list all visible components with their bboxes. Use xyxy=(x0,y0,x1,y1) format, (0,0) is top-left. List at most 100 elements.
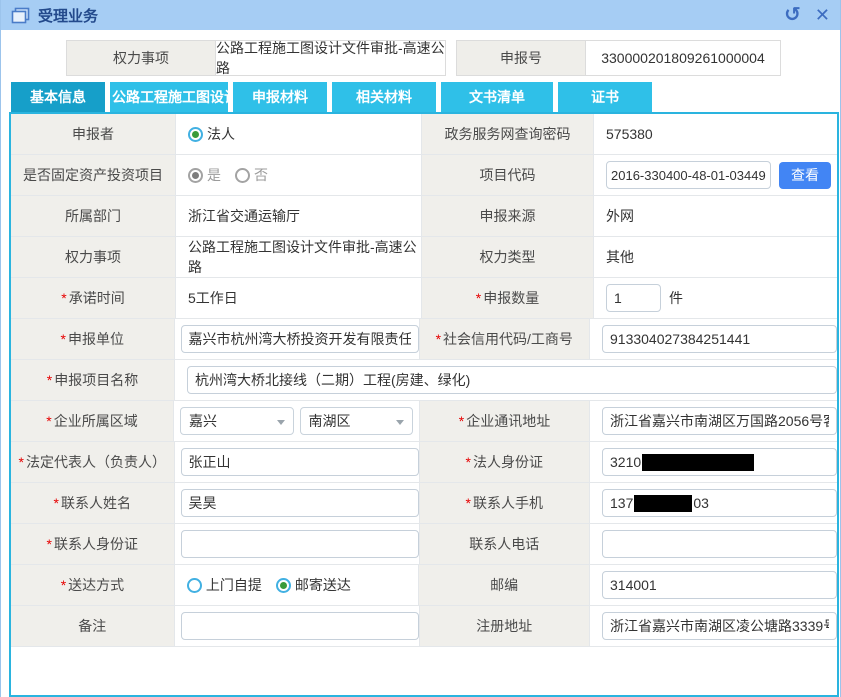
row-fixed-asset: 是否固定资产投资项目 是 否 项目代码 查看 xyxy=(11,155,837,196)
delivery-label: * 送达方式 xyxy=(11,565,175,605)
contact-name-label: * 联系人姓名 xyxy=(11,483,175,523)
city-select[interactable]: 嘉兴 xyxy=(180,407,294,435)
contact-mobile-field[interactable]: 137 03 xyxy=(602,489,837,517)
contact-phone-input[interactable] xyxy=(602,530,837,558)
application-number-label: 申报号 xyxy=(456,40,586,76)
quantity-input[interactable] xyxy=(606,284,661,312)
query-password-value: 575380 xyxy=(606,126,653,142)
required-marker: * xyxy=(61,577,66,593)
remark-label: 备注 xyxy=(11,606,175,646)
refresh-icon[interactable]: ↺ xyxy=(784,5,801,25)
row-project-name: * 申报项目名称 xyxy=(11,360,837,401)
required-marker: * xyxy=(466,454,471,470)
quantity-label: * 申报数量 xyxy=(421,278,594,318)
titlebar: 受理业务 ↺ ✕ xyxy=(1,0,840,30)
view-button[interactable]: 查看 xyxy=(779,162,831,189)
window-icon xyxy=(11,7,30,24)
company-address-label: * 企业通讯地址 xyxy=(419,401,590,441)
row-promise-time: * 承诺时间 5工作日 * 申报数量 件 xyxy=(11,278,837,319)
required-marker: * xyxy=(466,495,471,511)
header-summary: 权力事项 公路工程施工图设计文件审批-高速公路 申报号 330000201809… xyxy=(66,40,840,76)
header-gap xyxy=(446,40,456,76)
contact-id-input[interactable] xyxy=(181,530,419,558)
tab-certificate[interactable]: 证书 xyxy=(558,82,652,112)
promise-time-value: 5工作日 xyxy=(188,288,238,308)
remark-input[interactable] xyxy=(181,612,419,640)
close-icon[interactable]: ✕ xyxy=(815,6,830,24)
region-label: * 企业所属区域 xyxy=(11,401,174,441)
basic-info-form: 申报者 法人 政务服务网查询密码 575380 是否固定资产投资项目 是 否 项… xyxy=(9,112,839,697)
project-name-input[interactable] xyxy=(187,366,837,394)
legal-id-field[interactable]: 3210 xyxy=(602,448,837,476)
power-item-header-value: 公路工程施工图设计文件审批-高速公路 xyxy=(216,40,446,76)
power-item-label: 权力事项 xyxy=(11,237,176,277)
row-region: * 企业所属区域 嘉兴 南湖区 * 企业通讯地址 xyxy=(11,401,837,442)
fixed-asset-yes-radio xyxy=(188,168,203,183)
row-apply-unit: * 申报单位 * 社会信用代码/工商号 xyxy=(11,319,837,360)
fixed-asset-no-radio xyxy=(235,168,250,183)
credit-code-input[interactable] xyxy=(602,325,837,353)
department-value: 浙江省交通运输厅 xyxy=(188,206,300,226)
legal-person-radio-label: 法人 xyxy=(207,124,235,144)
redaction-bar xyxy=(642,454,754,471)
project-code-label: 项目代码 xyxy=(421,155,594,195)
project-name-label: * 申报项目名称 xyxy=(11,360,175,400)
row-contact-name: * 联系人姓名 * 联系人手机 137 03 xyxy=(11,483,837,524)
tab-bar: 基本信息 公路工程施工图设计 申报材料 相关材料 文书清单 证书 xyxy=(11,82,840,112)
company-address-input[interactable] xyxy=(602,407,837,435)
reg-address-input[interactable] xyxy=(602,612,837,640)
power-type-label: 权力类型 xyxy=(421,237,594,277)
source-value: 外网 xyxy=(606,206,634,226)
required-marker: * xyxy=(61,290,66,306)
row-delivery: * 送达方式 上门自提 邮寄送达 邮编 xyxy=(11,565,837,606)
project-code-input[interactable] xyxy=(606,161,771,189)
required-marker: * xyxy=(436,331,441,347)
mail-radio[interactable] xyxy=(276,578,291,593)
contact-mobile-label: * 联系人手机 xyxy=(419,483,590,523)
postcode-label: 邮编 xyxy=(418,565,590,605)
redaction-bar xyxy=(634,495,692,512)
legal-person-label: * 法定代表人（负责人） xyxy=(11,442,175,482)
tab-application-materials[interactable]: 申报材料 xyxy=(233,82,327,112)
contact-phone-label: 联系人电话 xyxy=(419,524,590,564)
tab-basic-info[interactable]: 基本信息 xyxy=(11,82,105,112)
legal-id-prefix: 3210 xyxy=(610,454,641,470)
fixed-asset-yes-label: 是 xyxy=(207,165,221,185)
contact-id-label: * 联系人身份证 xyxy=(11,524,175,564)
apply-unit-input[interactable] xyxy=(181,325,419,353)
row-department: 所属部门 浙江省交通运输厅 申报来源 外网 xyxy=(11,196,837,237)
required-marker: * xyxy=(459,413,464,429)
source-label: 申报来源 xyxy=(421,196,594,236)
power-item-value: 公路工程施工图设计文件审批-高速公路 xyxy=(188,237,421,277)
pickup-radio[interactable] xyxy=(187,578,202,593)
mail-radio-label: 邮寄送达 xyxy=(295,575,351,595)
row-contact-id: * 联系人身份证 联系人电话 xyxy=(11,524,837,565)
tab-related-materials[interactable]: 相关材料 xyxy=(332,82,436,112)
row-remark: 备注 注册地址 xyxy=(11,606,837,647)
legal-person-input[interactable] xyxy=(181,448,419,476)
legal-id-label: * 法人身份证 xyxy=(419,442,590,482)
contact-mobile-prefix: 137 xyxy=(610,495,633,511)
district-select[interactable]: 南湖区 xyxy=(300,407,414,435)
power-type-value: 其他 xyxy=(606,247,634,267)
tab-construction-drawing[interactable]: 公路工程施工图设计 xyxy=(110,82,228,112)
legal-person-radio[interactable] xyxy=(188,127,203,142)
contact-mobile-suffix: 03 xyxy=(693,495,709,511)
query-password-label: 政务服务网查询密码 xyxy=(421,114,594,154)
applicant-label: 申报者 xyxy=(11,114,176,154)
row-power-item: 权力事项 公路工程施工图设计文件审批-高速公路 权力类型 其他 xyxy=(11,237,837,278)
credit-code-label: * 社会信用代码/工商号 xyxy=(419,319,590,359)
required-marker: * xyxy=(47,536,52,552)
required-marker: * xyxy=(47,372,52,388)
required-marker: * xyxy=(476,290,481,306)
postcode-input[interactable] xyxy=(602,571,837,599)
fixed-asset-label: 是否固定资产投资项目 xyxy=(11,155,176,195)
apply-unit-label: * 申报单位 xyxy=(11,319,175,359)
required-marker: * xyxy=(54,495,59,511)
contact-name-input[interactable] xyxy=(181,489,419,517)
promise-time-label: * 承诺时间 xyxy=(11,278,176,318)
tab-document-list[interactable]: 文书清单 xyxy=(441,82,553,112)
quantity-unit: 件 xyxy=(669,288,683,308)
application-number-value: 330000201809261000004 xyxy=(586,40,781,76)
window-title: 受理业务 xyxy=(38,5,98,26)
